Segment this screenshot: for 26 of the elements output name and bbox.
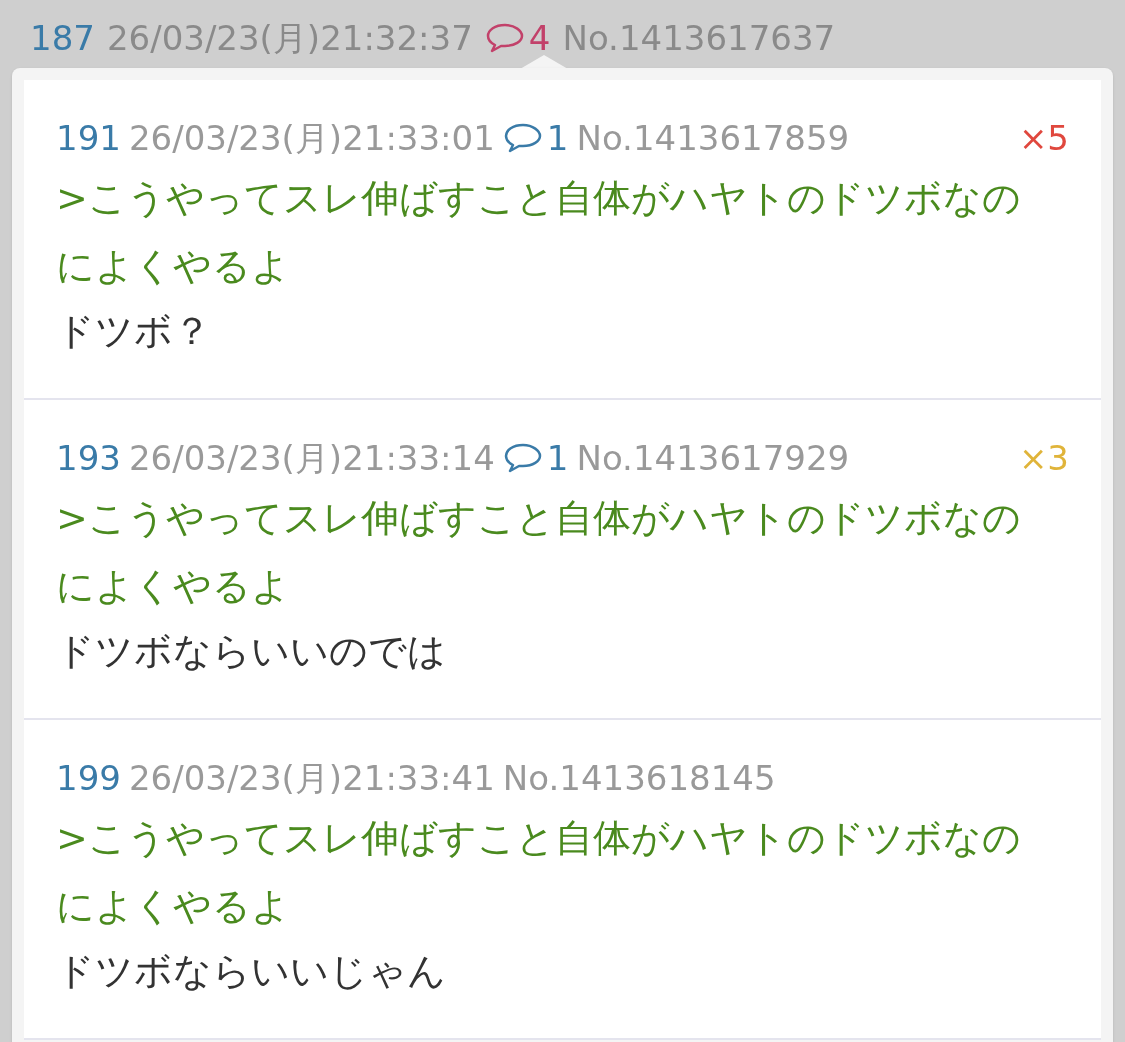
post-date: 26/03/23(月)21:33:41 [128, 756, 495, 800]
count-label: ×5 [1018, 116, 1069, 160]
post-date: 26/03/23(月)21:33:14 [128, 436, 495, 480]
post-number[interactable]: 199 [56, 752, 121, 804]
quote-text: >こうやってスレ伸ばすこと自体がハヤトのドツボなのによくやるよ [56, 815, 1022, 930]
post-body: ドツボ？ [56, 308, 212, 355]
post-body: ドツボならいいじゃん [56, 948, 447, 995]
speech-bubble-icon [484, 22, 525, 54]
post-number[interactable]: 187 [30, 12, 95, 64]
post-date: 26/03/23(月)21:32:37 [106, 16, 473, 60]
reply-count[interactable]: 4 [528, 12, 551, 64]
reply-count[interactable]: 1 [546, 112, 569, 164]
post-number[interactable]: 193 [56, 432, 121, 484]
count-label: ×3 [1018, 436, 1069, 480]
post-date: 26/03/23(月)21:33:01 [128, 116, 495, 160]
speech-bubble-icon [502, 122, 543, 154]
post-id: No.1413617929 [576, 436, 850, 480]
post-number[interactable]: 191 [56, 112, 121, 164]
post-body: ドツボならいいのでは [56, 628, 447, 675]
quote-text: >こうやってスレ伸ばすこと自体がハヤトのドツボなのによくやるよ [56, 495, 1022, 610]
reply-count[interactable]: 1 [546, 432, 569, 484]
quote-text: >こうやってスレ伸ばすこと自体がハヤトのドツボなのによくやるよ [56, 175, 1022, 290]
post-id: No.1413617859 [576, 116, 850, 160]
post-id: No.1413618145 [502, 756, 776, 800]
post-id: No.1413617637 [562, 16, 836, 60]
speech-bubble-icon [502, 442, 543, 474]
